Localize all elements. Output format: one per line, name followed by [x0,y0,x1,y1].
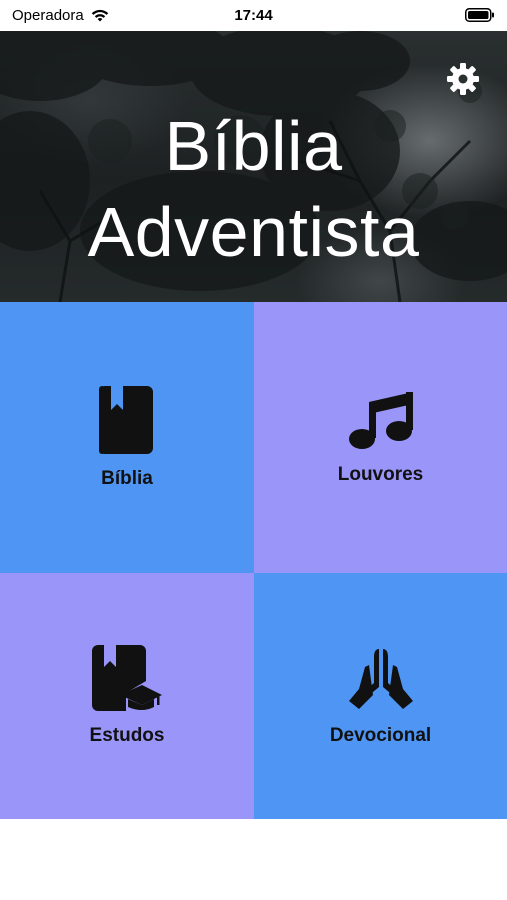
menu-tile-louvores-label: Louvores [337,463,424,485]
book-icon [99,385,153,454]
bottom-empty-area [0,819,507,900]
status-bar: Operadora 17:44 [0,0,507,31]
menu-tile-estudos[interactable]: Estudos [0,573,254,819]
praying-hands-icon [348,649,413,709]
menu-tile-devocional-label: Devocional [329,725,432,746]
menu-tile-biblia-label: Bíblia [101,467,153,489]
app-screen: Operadora 17:44 Bíblia Adventista Bíblia… [0,0,507,900]
app-title-line-2: Adventista [87,193,420,271]
status-time: 17:44 [234,7,273,24]
gear-icon[interactable] [445,61,481,97]
menu-tile-biblia[interactable]: Bíblia [0,302,254,573]
app-title-line-1: Bíblia [164,107,343,185]
music-note-icon [348,391,413,449]
battery-icon [465,8,494,22]
hero-header: Bíblia Adventista [0,31,507,302]
menu-tile-louvores[interactable]: Louvores [254,302,507,573]
app-title: Bíblia Adventista [0,103,507,275]
menu-tile-estudos-label: Estudos [89,725,165,746]
book-graduation-cap-icon [92,645,162,711]
menu-tile-devocional[interactable]: Devocional [254,573,507,819]
